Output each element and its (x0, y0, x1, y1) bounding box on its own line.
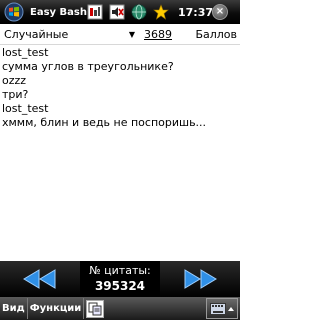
double-right-arrow-icon[interactable] (182, 268, 218, 290)
score-label: Баллов (195, 27, 237, 41)
quote-line: три? (2, 88, 29, 101)
quote-number-box[interactable]: № цитаты: 395324 (80, 261, 160, 297)
quote-line: хммм, блин и ведь не поспоришь... (2, 116, 207, 129)
menu-bar: Вид Функции (0, 297, 240, 320)
copy-button[interactable] (86, 299, 105, 318)
copy-icon (88, 302, 102, 315)
title-bar: Easy Bash 17:37 × (0, 0, 240, 24)
view-menu-button[interactable]: Вид (0, 298, 28, 319)
previous-quote-button[interactable] (0, 261, 80, 297)
clock[interactable]: 17:37 (178, 6, 213, 19)
quote-line: сумма углов в треугольнике? (2, 60, 174, 73)
keyboard-icon (210, 302, 226, 315)
star-icon[interactable] (152, 3, 170, 21)
keyboard-button[interactable] (206, 298, 238, 319)
quote-line: lost_test (2, 46, 49, 59)
network-globe-icon[interactable] (130, 3, 148, 21)
navigation-bar: № цитаты: 395324 (0, 261, 240, 297)
category-dropdown[interactable]: Случайные ▼ (1, 25, 138, 44)
connectivity-icon[interactable] (86, 3, 104, 21)
functions-menu-button[interactable]: Функции (28, 298, 85, 319)
quote-count-link[interactable]: 3689 (138, 28, 178, 41)
quote-line: ozzz (2, 74, 27, 87)
double-left-arrow-icon[interactable] (22, 268, 58, 290)
quote-line: lost_test (2, 102, 49, 115)
quote-text-area[interactable]: lost_test сумма углов в треугольнике? oz… (0, 45, 240, 261)
close-button[interactable]: × (212, 4, 228, 20)
quote-number-value: 395324 (94, 279, 146, 293)
start-button[interactable] (0, 0, 28, 24)
quote-number-label: № цитаты: (89, 264, 151, 277)
category-value: Случайные (4, 27, 69, 41)
app-title: Easy Bash (30, 6, 87, 18)
chevron-down-icon: ▼ (128, 29, 135, 39)
next-quote-button[interactable] (160, 261, 240, 297)
mute-speaker-icon[interactable] (108, 3, 126, 21)
caret-up-icon (228, 306, 234, 311)
filter-row: Случайные ▼ 3689 Баллов (0, 24, 240, 45)
start-windows-icon[interactable] (4, 2, 24, 22)
